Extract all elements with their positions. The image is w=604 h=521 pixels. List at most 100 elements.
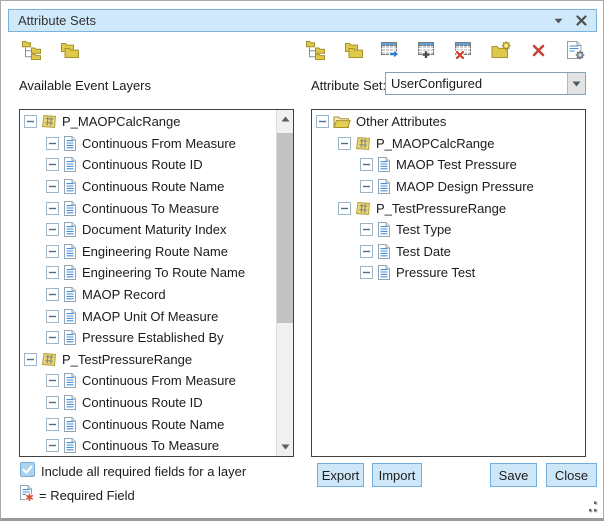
resize-grip[interactable] — [585, 500, 599, 514]
collapse-toggle-icon[interactable] — [24, 353, 37, 366]
tree-item-engineering-to-route-name[interactable]: Engineering To Route Name — [20, 262, 276, 284]
folders-button[interactable] — [342, 39, 364, 61]
tree-item-label: Continuous From Measure — [82, 373, 236, 388]
tree-item-label: Continuous To Measure — [82, 201, 219, 216]
collapse-toggle-icon[interactable] — [46, 245, 59, 258]
collapse-toggle-icon[interactable] — [46, 180, 59, 193]
field-icon — [377, 156, 391, 173]
tree-item-pressure-test[interactable]: Pressure Test — [312, 262, 585, 284]
collapse-toggle-icon[interactable] — [46, 418, 59, 431]
collapse-toggle-icon[interactable] — [46, 439, 59, 452]
tree-item-continuous-from-measure[interactable]: Continuous From Measure — [20, 370, 276, 392]
tree-item-label: Continuous From Measure — [82, 136, 236, 151]
event-layer-icon — [355, 136, 371, 151]
collapse-toggle-icon[interactable] — [46, 202, 59, 215]
vertical-scrollbar[interactable] — [276, 110, 293, 456]
tree-item-p-testpressurerange[interactable]: P_TestPressureRange — [312, 197, 585, 219]
toolbar-left — [21, 39, 80, 61]
tree-item-label: Continuous To Measure — [82, 438, 219, 453]
tree-item-other-attributes[interactable]: Other Attributes — [312, 111, 585, 133]
tree-item-p-maopcalcrange[interactable]: P_MAOPCalcRange — [312, 133, 585, 155]
tree-item-document-maturity-index[interactable]: Document Maturity Index — [20, 219, 276, 241]
tree-item-continuous-from-measure[interactable]: Continuous From Measure — [20, 133, 276, 155]
collapse-toggle-icon[interactable] — [46, 288, 59, 301]
folder-new-button[interactable] — [490, 39, 512, 61]
scroll-up-icon[interactable] — [277, 111, 293, 127]
table-add-button[interactable] — [416, 39, 438, 61]
table-arrow-icon — [380, 40, 400, 60]
field-icon — [63, 221, 77, 238]
delete-button[interactable] — [527, 39, 549, 61]
collapse-toggle-icon[interactable] — [338, 202, 351, 215]
attribute-set-combobox[interactable]: UserConfigured — [385, 72, 586, 95]
collapse-toggle-icon[interactable] — [360, 158, 373, 171]
tree-item-continuous-route-name[interactable]: Continuous Route Name — [20, 413, 276, 435]
collapse-toggle-icon[interactable] — [46, 396, 59, 409]
tree-folders-icon — [22, 40, 42, 60]
layers-tree-button[interactable] — [21, 39, 43, 61]
collapse-toggle-icon[interactable] — [46, 137, 59, 150]
tree-item-p-maopcalcrange[interactable]: P_MAOPCalcRange — [20, 111, 276, 133]
field-icon — [63, 243, 77, 260]
tree-item-label: Pressure Established By — [82, 330, 224, 345]
tree-item-continuous-to-measure[interactable]: Continuous To Measure — [20, 435, 276, 457]
field-icon — [63, 286, 77, 303]
collapse-toggle-icon[interactable] — [360, 180, 373, 193]
tree-item-test-type[interactable]: Test Type — [312, 219, 585, 241]
scrollbar-thumb[interactable] — [277, 133, 293, 323]
available-layers-panel: P_MAOPCalcRange Continuous From Measure Co… — [19, 109, 294, 457]
available-layers-tree: P_MAOPCalcRange Continuous From Measure Co… — [20, 111, 276, 457]
toolbar-right — [305, 39, 586, 61]
tree-item-continuous-to-measure[interactable]: Continuous To Measure — [20, 197, 276, 219]
table-x-icon — [454, 40, 474, 60]
tree-item-continuous-route-id[interactable]: Continuous Route ID — [20, 154, 276, 176]
close-button[interactable]: Close — [546, 463, 597, 487]
tree-item-continuous-route-id[interactable]: Continuous Route ID — [20, 392, 276, 414]
tree-item-test-date[interactable]: Test Date — [312, 241, 585, 263]
collapse-toggle-icon[interactable] — [360, 223, 373, 236]
collapse-toggle-icon[interactable] — [24, 115, 37, 128]
collapse-toggle-icon[interactable] — [46, 223, 59, 236]
collapse-toggle-icon[interactable] — [46, 331, 59, 344]
include-required-fields-checkbox[interactable] — [20, 462, 35, 477]
tree-item-maop-record[interactable]: MAOP Record — [20, 284, 276, 306]
tree-item-continuous-route-name[interactable]: Continuous Route Name — [20, 176, 276, 198]
event-layer-icon — [41, 114, 57, 129]
export-button[interactable]: Export — [317, 463, 364, 487]
close-icon[interactable] — [576, 15, 587, 26]
collapse-toggle-icon[interactable] — [360, 266, 373, 279]
tree-item-label: Test Date — [396, 244, 451, 259]
collapse-toggle-icon[interactable] — [46, 310, 59, 323]
collapse-toggle-icon[interactable] — [46, 374, 59, 387]
field-icon — [377, 243, 391, 260]
tree-item-p-testpressurerange[interactable]: P_TestPressureRange — [20, 349, 276, 371]
tree-item-maop-test-pressure[interactable]: MAOP Test Pressure — [312, 154, 585, 176]
layers-tree-button[interactable] — [305, 39, 327, 61]
titlebar: Attribute Sets — [8, 9, 597, 32]
collapse-toggle-icon[interactable] — [46, 266, 59, 279]
field-icon — [63, 264, 77, 281]
folders-button[interactable] — [58, 39, 80, 61]
import-button[interactable]: Import — [372, 463, 422, 487]
folder-gear-icon — [491, 41, 511, 59]
collapse-menu-icon[interactable] — [554, 18, 563, 24]
table-remove-button[interactable] — [453, 39, 475, 61]
report-settings-button[interactable] — [564, 39, 586, 61]
chevron-down-icon[interactable] — [567, 73, 585, 94]
collapse-toggle-icon[interactable] — [316, 115, 329, 128]
scroll-down-icon[interactable] — [277, 439, 293, 455]
doc-gear-icon — [566, 40, 585, 60]
tree-item-engineering-route-name[interactable]: Engineering Route Name — [20, 241, 276, 263]
tree-item-label: P_MAOPCalcRange — [376, 136, 495, 151]
tree-item-maop-unit-of-measure[interactable]: MAOP Unit Of Measure — [20, 305, 276, 327]
folders-icon — [59, 42, 80, 59]
collapse-toggle-icon[interactable] — [360, 245, 373, 258]
tree-item-pressure-established-by[interactable]: Pressure Established By — [20, 327, 276, 349]
collapse-toggle-icon[interactable] — [46, 158, 59, 171]
tree-item-maop-design-pressure[interactable]: MAOP Design Pressure — [312, 176, 585, 198]
collapse-toggle-icon[interactable] — [338, 137, 351, 150]
tree-item-label: MAOP Design Pressure — [396, 179, 534, 194]
table-next-button[interactable] — [379, 39, 401, 61]
tree-item-label: P_TestPressureRange — [62, 352, 192, 367]
save-button[interactable]: Save — [490, 463, 537, 487]
